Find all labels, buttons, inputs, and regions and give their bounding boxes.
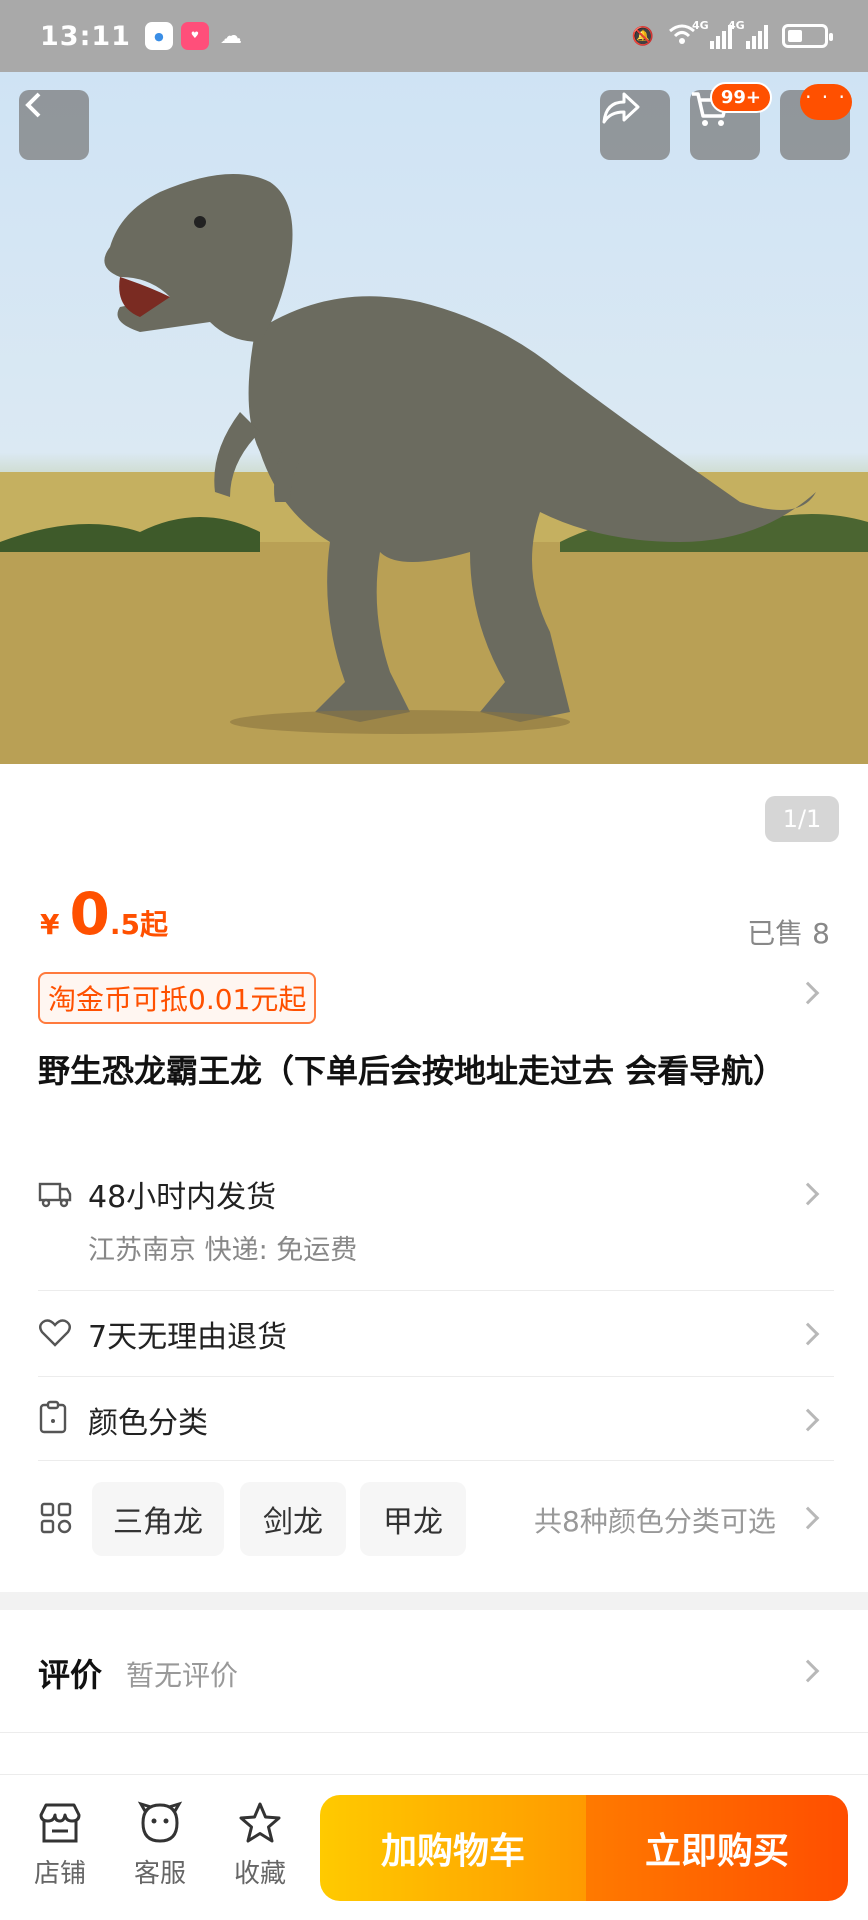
divider [0, 1732, 868, 1733]
tab-shop[interactable]: 店铺 [20, 1801, 100, 1890]
app-icon: ♥ [180, 22, 209, 50]
more-icon: · · · [800, 84, 852, 120]
price-integer: 0 [69, 880, 110, 948]
image-counter: 1/1 [765, 796, 839, 842]
mute-icon: 🔕 [631, 25, 654, 47]
tab-shop-label: 店铺 [33, 1859, 86, 1889]
variant-option-ankylosaurus[interactable]: 甲龙 [360, 1482, 466, 1556]
status-bar: 13:11 ● ♥ ☁ 🔕 4G 4G [0, 0, 868, 72]
more-variants-link[interactable]: 共8种颜色分类可选 [534, 1500, 776, 1540]
back-button[interactable] [19, 90, 89, 160]
star-icon [239, 1802, 281, 1843]
divider [38, 1376, 834, 1377]
price: ¥ 0 .5 起 [40, 885, 168, 943]
divider [38, 1460, 834, 1461]
chevron-right-icon [796, 1506, 820, 1530]
chevron-right-icon [796, 1408, 820, 1432]
product-image[interactable]: 99+ · · · [0, 72, 868, 764]
share-button[interactable] [600, 90, 670, 160]
variants-label: 颜色分类 [88, 1406, 208, 1441]
divider [38, 1290, 834, 1291]
bottom-action-bar: 店铺 客服 收藏 加购物车 立即购买 [0, 1774, 868, 1920]
chevron-right-icon [796, 1182, 820, 1206]
product-title: 野生恐龙霸王龙（下单后会按地址走过去 会看导航） [38, 1052, 786, 1090]
dinosaur-illustration [0, 174, 868, 764]
chevron-right-icon [796, 981, 820, 1005]
tab-favorite-label: 收藏 [233, 1859, 286, 1889]
variant-option-stegosaurus[interactable]: 剑龙 [240, 1482, 346, 1556]
status-app-icons: ● ♥ ☁ [144, 22, 245, 50]
shipping-detail: 江苏南京 快递: 免运费 [88, 1235, 358, 1266]
store-icon [39, 1803, 81, 1843]
wechat-icon: ☁ [219, 23, 242, 49]
add-to-cart-button[interactable]: 加购物车 [320, 1795, 586, 1901]
section-gap [0, 1592, 868, 1610]
heart-shield-icon [39, 1319, 71, 1347]
battery-icon [782, 24, 833, 48]
chevron-right-icon [796, 1322, 820, 1346]
returns-label: 7天无理由退货 [88, 1320, 288, 1355]
tab-service-label: 客服 [133, 1859, 186, 1889]
shipping-row[interactable]: 48小时内发货 江苏南京 快递: 免运费 [38, 1172, 834, 1272]
price-decimal: .5 [109, 908, 140, 941]
reviews-empty: 暂无评价 [126, 1659, 239, 1692]
variants-row[interactable]: 颜色分类 [38, 1398, 834, 1458]
chevron-left-icon [25, 92, 41, 118]
reviews-title: 评价 [38, 1656, 103, 1694]
returns-row[interactable]: 7天无理由退货 [38, 1312, 834, 1372]
reviews-chevron-icon[interactable] [796, 1659, 820, 1683]
grid-icon [40, 1502, 72, 1534]
coin-discount-tag[interactable]: 淘金币可抵0.01元起 [38, 972, 317, 1024]
more-button[interactable]: · · · [780, 84, 852, 160]
buy-now-button[interactable]: 立即购买 [586, 1795, 848, 1901]
browser-icon: ● [144, 22, 173, 50]
signal-icon-2: 4G [728, 19, 768, 49]
currency-symbol: ¥ [40, 908, 60, 941]
price-suffix: 起 [139, 908, 168, 941]
sold-count: 已售 8 [747, 917, 830, 950]
tab-favorite[interactable]: 收藏 [220, 1801, 300, 1890]
shipping-time: 48小时内发货 [88, 1180, 277, 1215]
cart-button[interactable]: 99+ [690, 82, 772, 160]
variant-option-triceratops[interactable]: 三角龙 [92, 1482, 224, 1556]
cart-count-badge: 99+ [709, 82, 772, 113]
customer-service-icon [137, 1801, 183, 1843]
status-time: 13:11 [40, 20, 131, 52]
tab-service[interactable]: 客服 [120, 1801, 200, 1890]
truck-icon [38, 1182, 72, 1208]
clipboard-icon [39, 1400, 67, 1434]
share-icon [602, 92, 640, 124]
